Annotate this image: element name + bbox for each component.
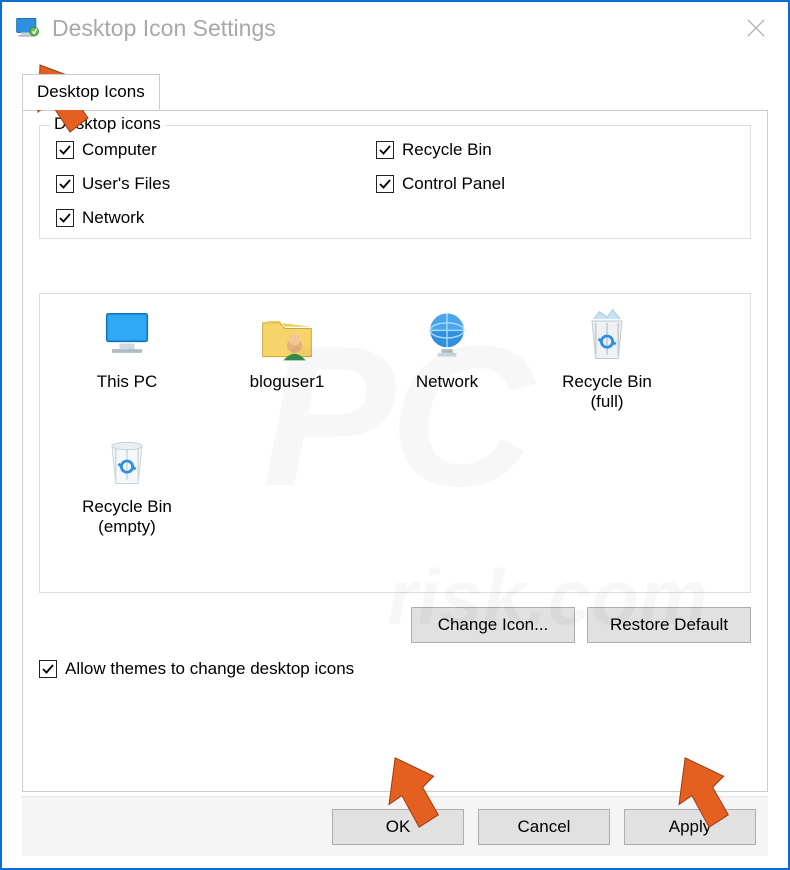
desktop-icons-group: Desktop icons ComputerUser's FilesNetwor… xyxy=(39,125,751,239)
cancel-button[interactable]: Cancel xyxy=(478,809,610,845)
icon-item-network[interactable]: Network xyxy=(372,306,522,413)
allow-themes-checkbox[interactable]: Allow themes to change desktop icons xyxy=(39,659,354,679)
icon-item-recycle-bin-full[interactable]: Recycle Bin (full) xyxy=(532,306,682,413)
checkbox-label: Recycle Bin xyxy=(402,140,492,160)
recycle-bin-empty-icon xyxy=(97,431,157,491)
icon-label: Recycle Bin (full) xyxy=(562,372,652,413)
icon-preview-box: This PC bloguser1 Network Recycle Bin (full… xyxy=(39,293,751,593)
window-title: Desktop Icon Settings xyxy=(52,15,736,42)
icon-label: This PC xyxy=(97,372,157,392)
checkbox-label: Network xyxy=(82,208,144,228)
check-icon xyxy=(39,660,57,678)
recycle-bin-full-icon xyxy=(577,306,637,366)
this-pc-icon xyxy=(97,306,157,366)
checkbox-recycle-bin[interactable]: Recycle Bin xyxy=(376,140,696,160)
tab-desktop-icons[interactable]: Desktop Icons xyxy=(22,74,160,110)
icon-label: bloguser1 xyxy=(250,372,325,392)
check-icon xyxy=(56,175,74,193)
checkbox-label: User's Files xyxy=(82,174,170,194)
checkbox-label: Control Panel xyxy=(402,174,505,194)
check-icon xyxy=(376,175,394,193)
check-icon xyxy=(376,141,394,159)
icon-label: Recycle Bin (empty) xyxy=(82,497,172,538)
apply-button[interactable]: Apply xyxy=(624,809,756,845)
check-icon xyxy=(56,209,74,227)
allow-themes-label: Allow themes to change desktop icons xyxy=(65,659,354,679)
app-icon xyxy=(14,14,42,42)
ok-button[interactable]: OK xyxy=(332,809,464,845)
icon-item-recycle-bin-empty[interactable]: Recycle Bin (empty) xyxy=(52,431,202,538)
checkbox-user-s-files[interactable]: User's Files xyxy=(56,174,376,194)
icon-item-user-folder[interactable]: bloguser1 xyxy=(212,306,362,413)
check-icon xyxy=(56,141,74,159)
checkbox-label: Computer xyxy=(82,140,157,160)
checkbox-control-panel[interactable]: Control Panel xyxy=(376,174,696,194)
group-label: Desktop icons xyxy=(50,114,165,134)
icon-item-this-pc[interactable]: This PC xyxy=(52,306,202,413)
close-button[interactable] xyxy=(736,19,776,37)
tab-page: Desktop icons Computer User's Files Networ… xyxy=(22,110,768,792)
titlebar: Desktop Icon Settings xyxy=(2,2,788,54)
network-icon xyxy=(417,306,477,366)
checkbox-computer[interactable]: Computer xyxy=(56,140,376,160)
restore-default-button[interactable]: Restore Default xyxy=(587,607,751,643)
checkbox-network[interactable]: Network xyxy=(56,208,376,228)
icon-label: Network xyxy=(416,372,478,392)
change-icon-button[interactable]: Change Icon... xyxy=(411,607,575,643)
user-folder-icon xyxy=(257,306,317,366)
